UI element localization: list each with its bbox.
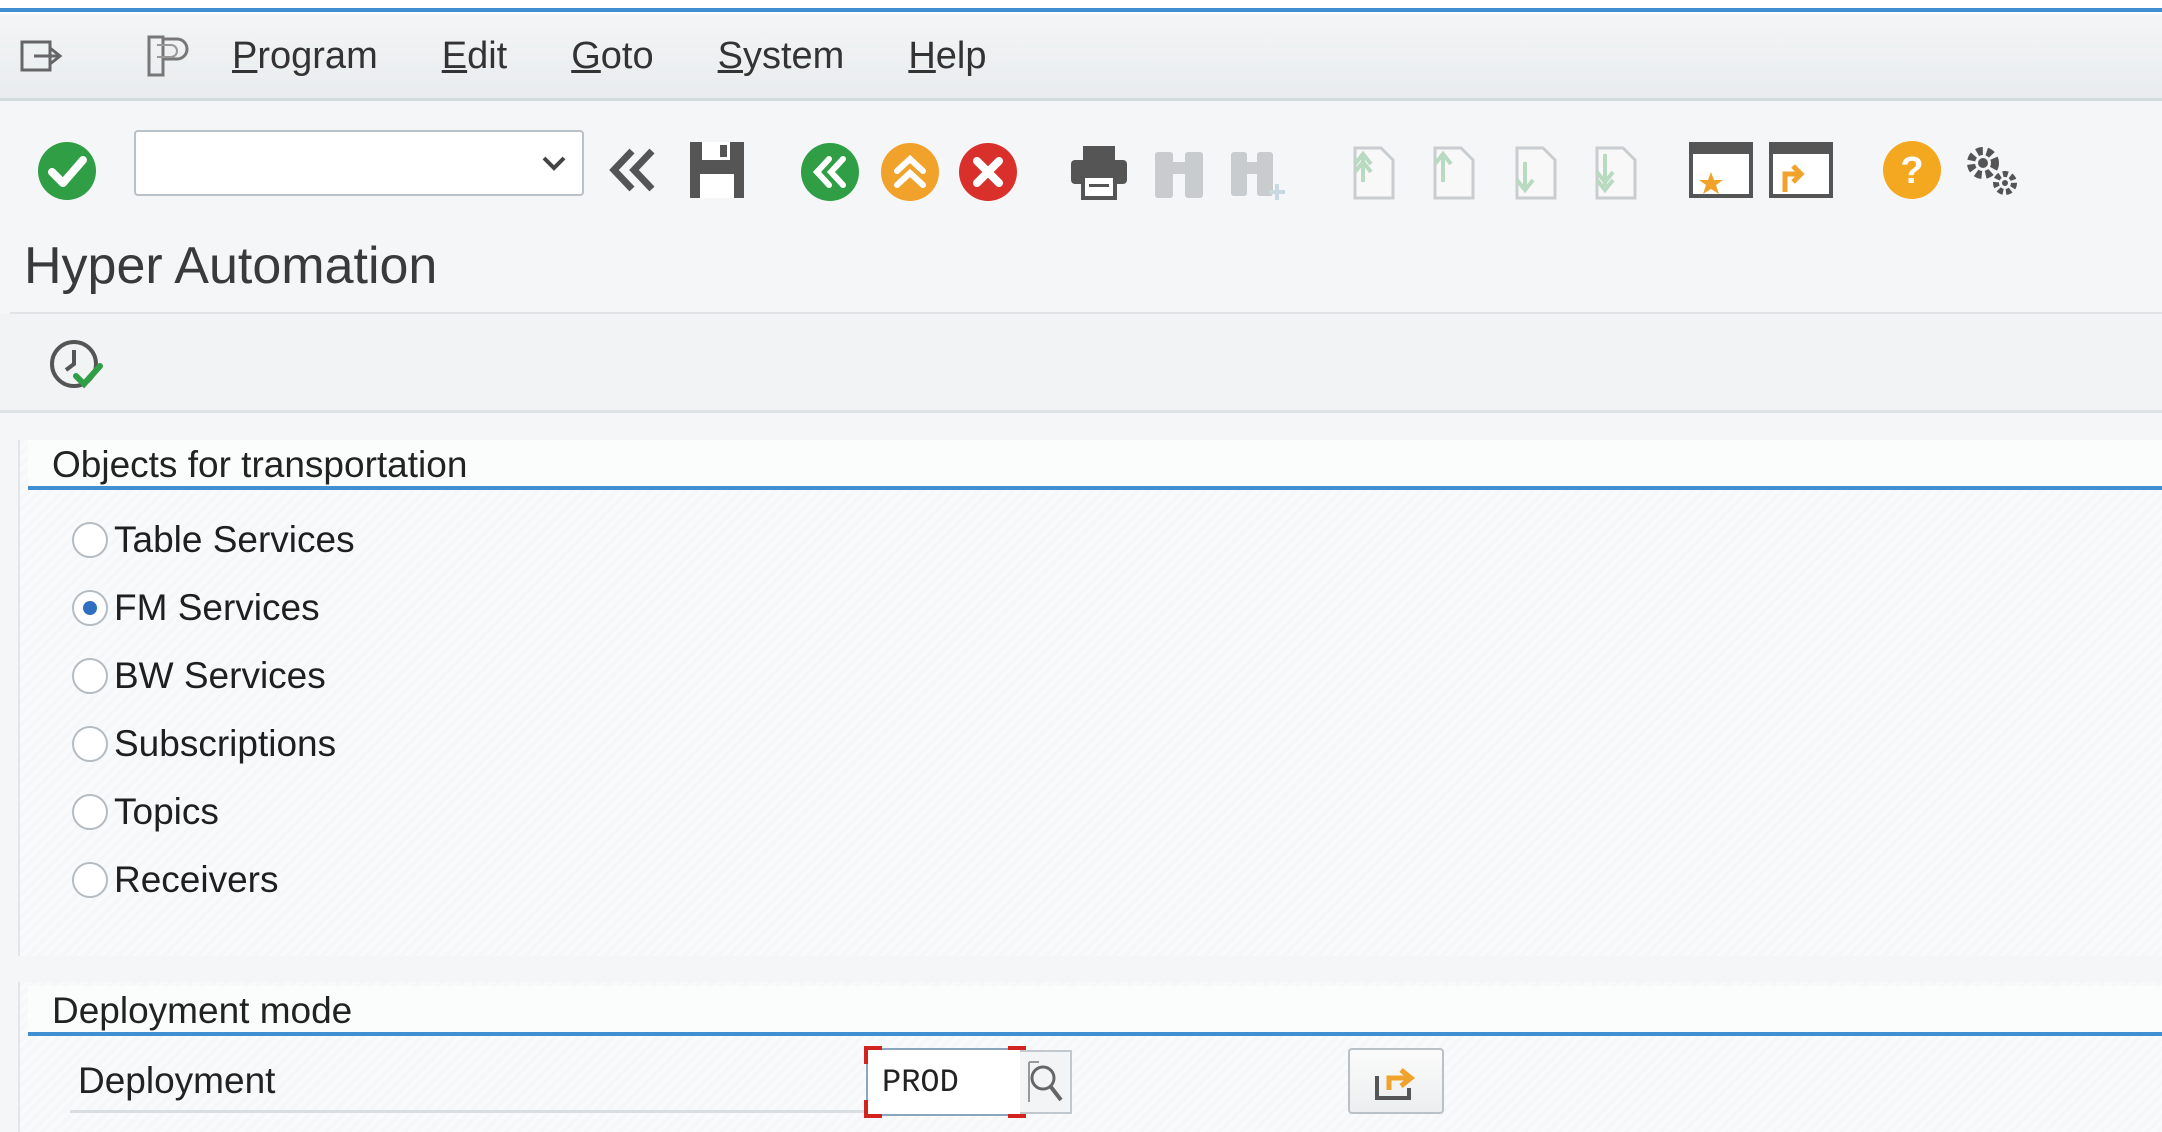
first-page-icon — [1338, 140, 1400, 204]
find-next-icon — [1224, 140, 1290, 204]
menu-help-rest: elp — [935, 34, 987, 77]
execute-clock-icon[interactable] — [44, 336, 108, 392]
collapse-icon[interactable] — [604, 140, 664, 200]
objects-panel-header: Objects for transportation — [28, 440, 2162, 490]
enter-icon[interactable] — [34, 138, 100, 204]
application-toolbar — [0, 314, 2162, 413]
field-label-underline — [70, 1110, 870, 1113]
radio-button[interactable] — [72, 658, 108, 694]
find-icon — [1146, 140, 1212, 204]
menu-program-mnemonic: P — [232, 34, 258, 77]
cancel-icon[interactable] — [956, 140, 1020, 204]
help-icon[interactable]: ? — [1880, 138, 1944, 202]
required-marker — [864, 1100, 882, 1118]
command-field[interactable] — [134, 130, 584, 196]
radio-label: BW Services — [114, 655, 326, 696]
exit-icon[interactable] — [878, 140, 942, 204]
radio-topics[interactable]: Topics — [72, 784, 219, 840]
value-help-icon[interactable] — [1020, 1050, 1072, 1114]
menu-help[interactable]: Help — [908, 35, 986, 78]
required-marker — [864, 1046, 882, 1064]
previous-page-icon — [1418, 140, 1480, 204]
menu-goto[interactable]: Goto — [571, 35, 653, 78]
menu-edit[interactable]: Edit — [442, 35, 508, 78]
radio-table-services[interactable]: Table Services — [72, 512, 355, 568]
menu-edit-mnemonic: E — [441, 34, 468, 77]
menu-goto-rest: oto — [600, 34, 654, 77]
menu-goto-mnemonic: G — [571, 34, 601, 77]
command-dropdown-icon[interactable] — [540, 146, 568, 185]
print-icon[interactable] — [1066, 140, 1132, 204]
radio-label: Table Services — [114, 519, 355, 560]
menu-program-rest: rogram — [257, 34, 378, 77]
radio-button[interactable] — [72, 794, 108, 830]
create-shortcut-icon[interactable] — [1766, 136, 1836, 204]
deployment-field-label: Deployment — [78, 1060, 276, 1101]
command-input[interactable] — [136, 132, 528, 194]
menu-edit-rest: dit — [467, 34, 508, 77]
window-top-border — [0, 0, 2162, 14]
radio-button[interactable] — [72, 862, 108, 898]
program-icon[interactable] — [140, 28, 196, 84]
radio-subscriptions[interactable]: Subscriptions — [72, 716, 336, 772]
menu-help-mnemonic: H — [908, 34, 936, 77]
objects-panel-title: Objects for transportation — [52, 444, 468, 485]
settings-icon[interactable] — [1958, 138, 2024, 202]
deployment-field[interactable] — [864, 1046, 1026, 1118]
menu-bar: Program Edit Goto System Help — [0, 14, 2162, 101]
save-icon[interactable] — [684, 136, 750, 204]
radio-label: FM Services — [114, 587, 320, 628]
new-session-icon[interactable] — [1686, 136, 1756, 204]
radio-button[interactable] — [72, 522, 108, 558]
last-page-icon — [1580, 140, 1642, 204]
export-icon[interactable] — [1348, 1048, 1444, 1114]
back-icon[interactable] — [798, 140, 862, 204]
radio-label: Receivers — [114, 859, 279, 900]
deployment-panel-title: Deployment mode — [52, 990, 353, 1031]
radio-fm-services[interactable]: FM Services — [72, 580, 320, 636]
page-title: Hyper Automation — [24, 237, 438, 295]
menu-system-rest: ystem — [742, 34, 845, 77]
deployment-input[interactable] — [868, 1050, 1024, 1114]
menu-toggle-icon[interactable] — [14, 28, 70, 84]
radio-label: Subscriptions — [114, 723, 337, 764]
menu-program[interactable]: Program — [232, 35, 378, 78]
next-page-icon — [1500, 140, 1562, 204]
menu-system-mnemonic: S — [717, 34, 743, 77]
radio-button-selected[interactable] — [72, 590, 108, 626]
menu-system[interactable]: System — [718, 35, 845, 78]
svg-text:?: ? — [1900, 150, 1923, 192]
radio-receivers[interactable]: Receivers — [72, 852, 279, 908]
radio-bw-services[interactable]: BW Services — [72, 648, 326, 704]
radio-button[interactable] — [72, 726, 108, 762]
deployment-panel-header: Deployment mode — [28, 986, 2162, 1036]
radio-label: Topics — [114, 791, 219, 832]
